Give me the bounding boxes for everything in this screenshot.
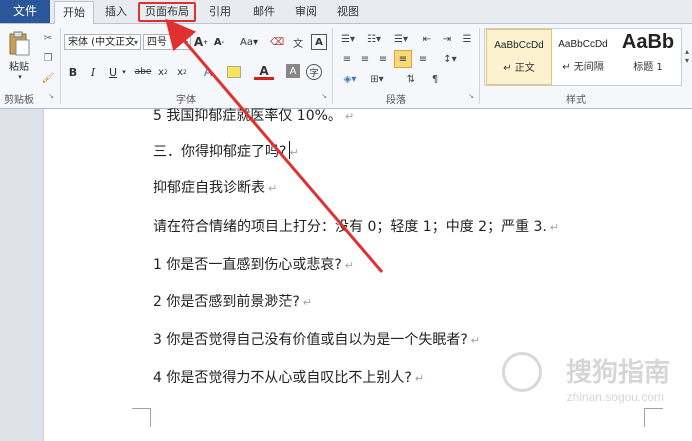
- annotation-arrow: [165, 18, 384, 273]
- arrow-line: [165, 18, 384, 273]
